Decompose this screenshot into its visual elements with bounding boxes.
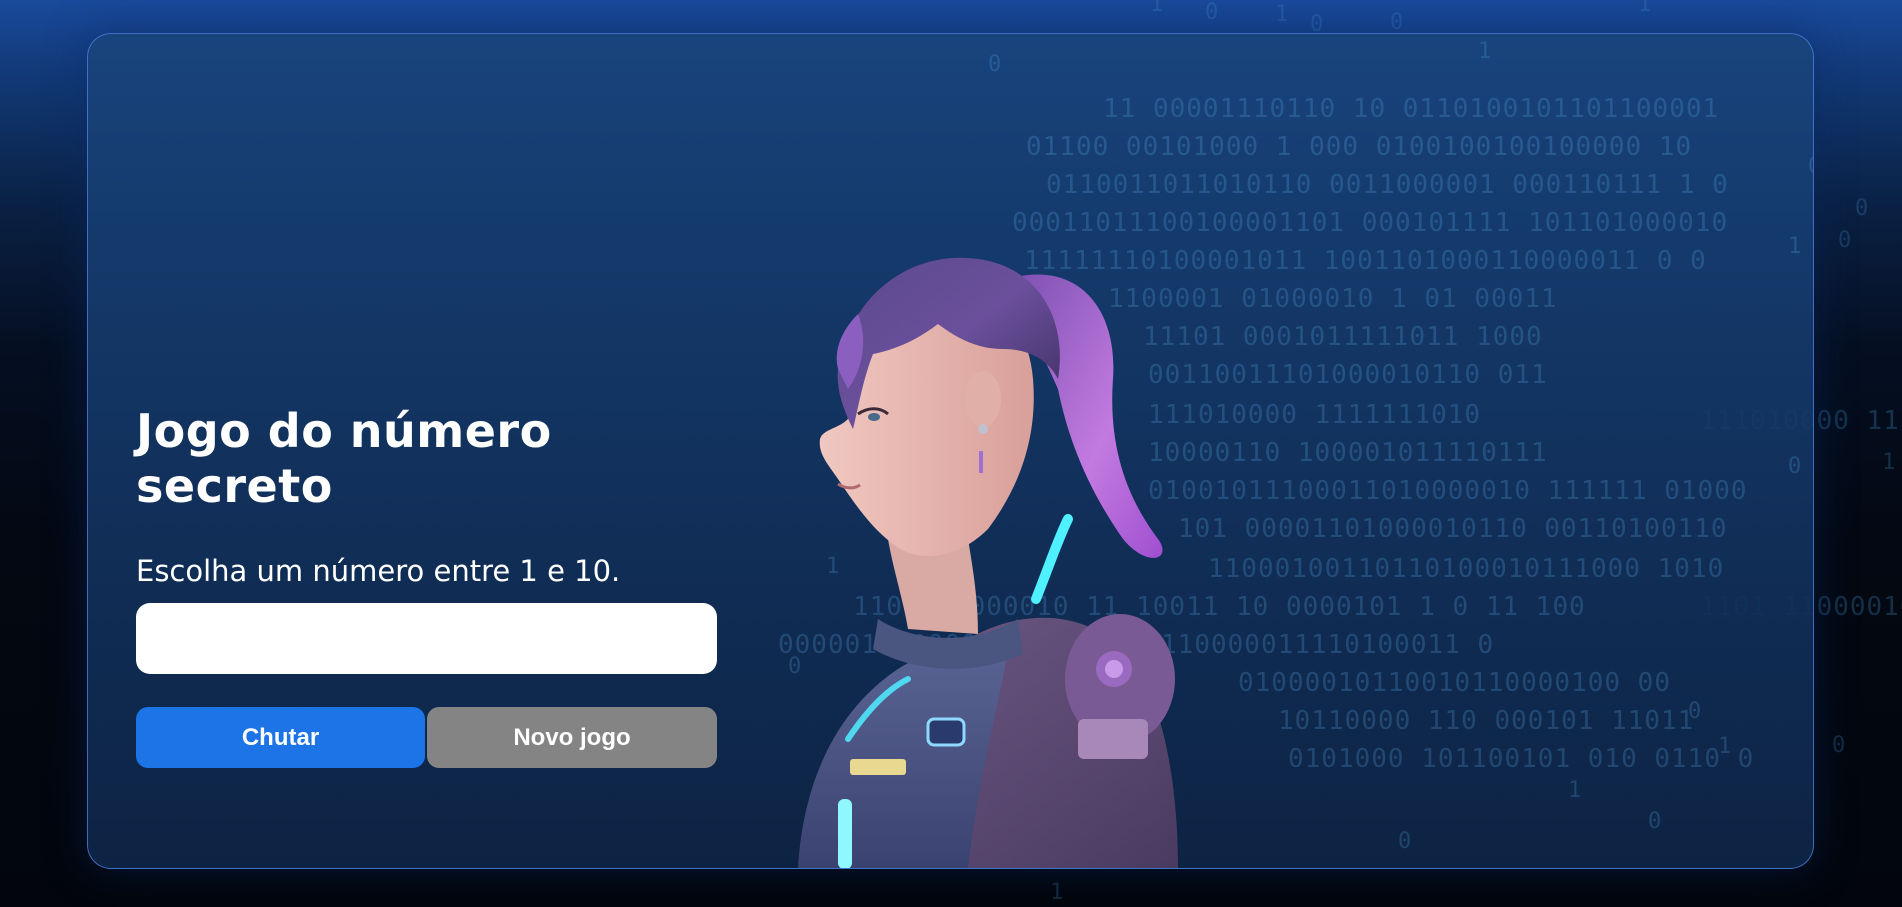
button-row: Chutar Novo jogo [136, 707, 718, 769]
binary-line: 01100 00101000 1 000 0100100100100000 10 [1026, 132, 1693, 162]
binary-line: 0 [1688, 699, 1703, 724]
game-card: 11 00001110110 10 0110100101101100001 01… [87, 33, 1814, 869]
binary-digit: 1 [1150, 0, 1164, 17]
binary-line: 0 [1788, 454, 1803, 479]
binary-digit: 1 [1050, 880, 1064, 905]
binary-line: 0 [1648, 809, 1663, 834]
binary-line: 00011011100100001101 000101111 101101000… [1012, 208, 1729, 238]
binary-line: 1 [1478, 39, 1493, 64]
binary-digit: 0 [1205, 0, 1219, 25]
binary-digit: 1 [1882, 450, 1896, 475]
page-title: Jogo do número secreto [136, 404, 552, 514]
guess-input[interactable] [136, 603, 717, 675]
binary-digit: 0 [1832, 733, 1846, 758]
binary-line: 11 00001110110 10 0110100101101100001 [1103, 94, 1720, 124]
guess-button[interactable]: Chutar [136, 707, 425, 769]
binary-line: 1 [1568, 778, 1583, 803]
binary-line: 0110011011010110 0011000001 000110111 1 … [1046, 170, 1729, 200]
binary-line: 1 [1788, 234, 1803, 259]
binary-digit: 0 [1390, 10, 1404, 35]
game-panel: Jogo do número secreto Escolha um número… [136, 404, 718, 769]
binary-digit: 0 [1855, 196, 1869, 221]
binary-digit: 1 [1275, 2, 1289, 27]
binary-line: 0 [1808, 154, 1813, 179]
binary-line: 1 [1718, 734, 1733, 759]
binary-line: 0 [988, 52, 1003, 77]
binary-digit: 1 [1638, 0, 1652, 17]
binary-digit: 0 [1838, 228, 1852, 253]
woman-in-sci-fi-armor-illustration [778, 239, 1428, 868]
new-game-button[interactable]: Novo jogo [427, 707, 717, 769]
instruction-text: Escolha um número entre 1 e 10. [136, 554, 621, 589]
